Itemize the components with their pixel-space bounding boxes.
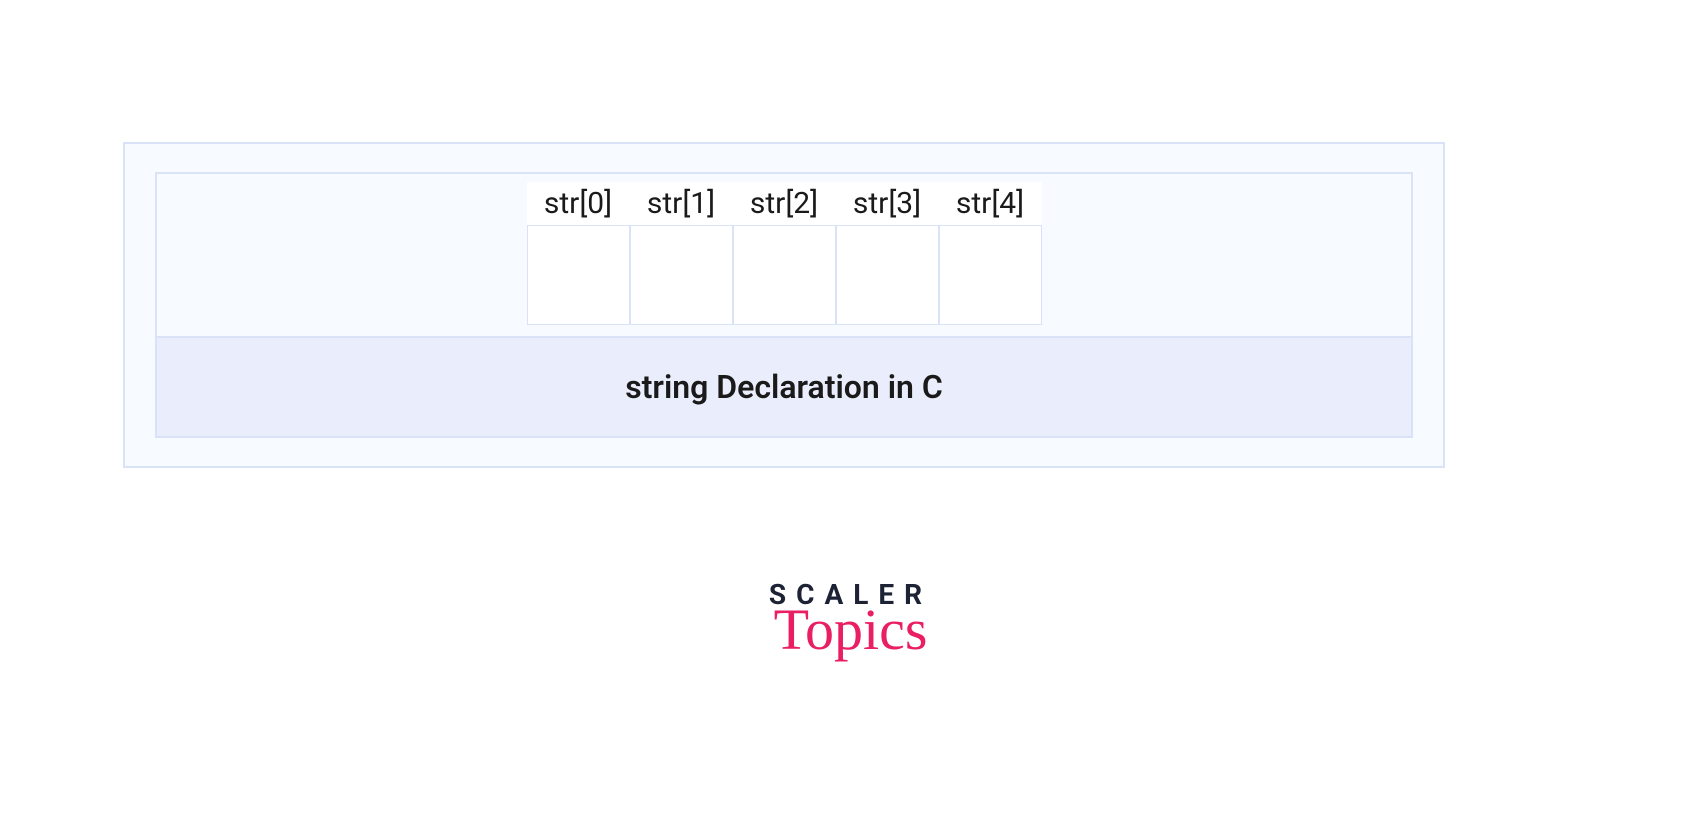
diagram-inner-frame: str[0] str[1] str[2] str[3] str[4] strin…: [155, 172, 1413, 438]
array-cell: [630, 225, 733, 325]
array-area: str[0] str[1] str[2] str[3] str[4]: [157, 174, 1411, 336]
caption-text: string Declaration in C: [625, 368, 943, 406]
scaler-topics-logo: SCALER Topics: [769, 578, 932, 659]
array-cell: [836, 225, 939, 325]
array-block: str[0] str[1] str[2] str[3] str[4]: [527, 182, 1042, 325]
array-label: str[1]: [630, 182, 733, 225]
logo-line-2: Topics: [769, 601, 932, 659]
array-cell: [939, 225, 1042, 325]
array-label: str[3]: [836, 182, 939, 225]
array-cell: [527, 225, 630, 325]
array-label: str[4]: [939, 182, 1042, 225]
array-cells-row: [527, 225, 1042, 325]
array-cell: [733, 225, 836, 325]
caption-bar: string Declaration in C: [157, 336, 1411, 436]
array-label: str[0]: [527, 182, 630, 225]
array-label: str[2]: [733, 182, 836, 225]
diagram-outer-frame: str[0] str[1] str[2] str[3] str[4] strin…: [123, 142, 1445, 468]
array-labels-row: str[0] str[1] str[2] str[3] str[4]: [527, 182, 1042, 225]
